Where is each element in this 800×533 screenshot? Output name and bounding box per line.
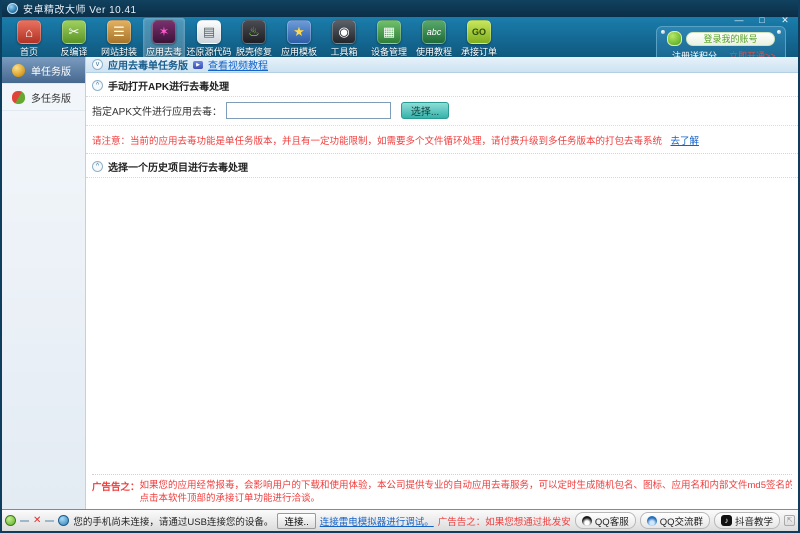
sidebar-item-single-task[interactable]: 单任务版 [2, 57, 85, 84]
computer-status-icon [58, 515, 69, 526]
manual-section-header: ^ 手动打开APK进行去毒处理 [86, 73, 798, 97]
status-bar: ✕ 您的手机尚未连接，请通过USB连接您的设备。 连接.. 连接雷电模拟器进行调… [2, 509, 798, 531]
screw-dot-icon [777, 30, 781, 34]
connection-line [20, 520, 29, 522]
device-status-icon [5, 515, 16, 526]
window-controls: — □ ✕ [732, 15, 792, 26]
window-title: 安卓精改大师 Ver 10.41 [23, 1, 137, 16]
link-grip-icon[interactable]: ⇱ [784, 515, 795, 526]
statusbar-ad-text: 广告告之：如果您想通过批发安卓精改大师的永久会员账号赚钱，请点击顶部的“承接订单… [438, 514, 571, 528]
notice-text: 请注意：当前的应用去毒功能是单任务版本，并且有一定功能限制，如需要多个文件循环处… [92, 136, 662, 147]
apk-field-label: 指定APK文件进行应用去毒： [92, 103, 222, 118]
tool-tutorial[interactable]: abc 使用教程 [413, 18, 455, 59]
learn-more-link[interactable]: 去了解 [670, 136, 699, 147]
sidebar-item-label: 单任务版 [31, 63, 71, 78]
tool-website-package[interactable]: ☰ 网站封装 [98, 18, 140, 59]
decompile-icon: ✂ [62, 20, 86, 44]
tool-orders[interactable]: GO 承接订单 [458, 18, 500, 59]
notice-row: 请注意：当前的应用去毒功能是单任务版本，并且有一定功能限制，如需要多个文件循环处… [86, 126, 798, 154]
qq-group-button[interactable]: QQ交流群 [640, 512, 710, 529]
app-template-icon: ★ [287, 20, 311, 44]
ad-line-2: 点击本软件顶部的承接订单功能进行洽谈。 [140, 492, 792, 505]
tool-app-detox[interactable]: ✶ 应用去毒 [143, 18, 185, 59]
panel-header: v 应用去毒单任务版 ▶ 查看视频教程 [86, 57, 798, 73]
emulator-debug-link[interactable]: 连接雷电模拟器进行调试。 [320, 514, 434, 528]
ad-line-1: 如果您的应用经常报毒，会影响用户的下载和使用体验，本公司提供专业的自动应用去毒服… [140, 479, 792, 492]
tutorial-icon: abc [422, 20, 446, 44]
apk-file-input[interactable] [226, 102, 391, 119]
main-panel: v 应用去毒单任务版 ▶ 查看视频教程 ^ 手动打开APK进行去毒处理 指定AP… [86, 57, 798, 509]
history-section-header: ^ 选择一个历史项目进行去毒处理 [86, 154, 798, 178]
video-tutorial-link[interactable]: 查看视频教程 [208, 57, 268, 72]
multi-task-icon [12, 91, 25, 104]
apk-file-row: 指定APK文件进行应用去毒： 选择... [86, 97, 798, 126]
tool-unpack-repair[interactable]: ♨ 脱壳修复 [233, 18, 275, 59]
connection-status-text: 您的手机尚未连接，请通过USB连接您的设备。 [73, 514, 273, 528]
toolbox-icon: ◉ [332, 20, 356, 44]
close-button[interactable]: ✕ [778, 15, 792, 26]
chevron-up-icon[interactable]: ^ [92, 80, 103, 91]
qq-group-icon [647, 516, 657, 526]
qq-penguin-icon [582, 516, 592, 526]
device-manager-icon: ▦ [377, 20, 401, 44]
section-title: 选择一个历史项目进行去毒处理 [108, 159, 248, 174]
douyin-button[interactable]: ♪ 抖音教学 [714, 512, 780, 529]
panel-title: 应用去毒单任务版 [108, 57, 188, 72]
minimize-button[interactable]: — [732, 15, 746, 26]
android-mascot-icon [667, 31, 682, 46]
orders-icon: GO [467, 20, 491, 44]
title-bar: 安卓精改大师 Ver 10.41 [2, 0, 798, 17]
video-icon: ▶ [193, 61, 203, 69]
website-package-icon: ☰ [107, 20, 131, 44]
app-detox-icon: ✶ [152, 20, 176, 44]
tool-decompile[interactable]: ✂ 反编译 [53, 18, 95, 59]
maximize-button[interactable]: □ [755, 15, 769, 26]
select-apk-button[interactable]: 选择... [401, 102, 449, 119]
disconnected-x-icon: ✕ [33, 515, 41, 526]
sidebar-item-label: 多任务版 [31, 90, 71, 105]
connection-line [45, 520, 54, 522]
screw-dot-icon [661, 30, 665, 34]
tool-device-manager[interactable]: ▦ 设备管理 [368, 18, 410, 59]
tool-toolbox[interactable]: ◉ 工具箱 [323, 18, 365, 59]
chevron-up-icon[interactable]: ^ [92, 161, 103, 172]
tool-restore-source[interactable]: ▤ 还原源代码 [188, 18, 230, 59]
tool-app-template[interactable]: ★ 应用模板 [278, 18, 320, 59]
app-logo-icon [7, 3, 18, 14]
tool-label: 反编译 [60, 45, 87, 58]
chevron-down-icon[interactable]: v [92, 59, 103, 70]
section-title: 手动打开APK进行去毒处理 [108, 78, 229, 93]
douyin-label: 抖音教学 [735, 514, 773, 528]
tool-home[interactable]: ⌂ 首页 [8, 18, 50, 59]
connect-button[interactable]: 连接.. [277, 513, 315, 529]
qq-group-label: QQ交流群 [660, 514, 703, 528]
douyin-icon: ♪ [721, 515, 732, 526]
ad-block: 广告告之： 如果您的应用经常报毒，会影响用户的下载和使用体验，本公司提供专业的自… [92, 474, 792, 505]
sidebar: 单任务版 多任务版 [2, 57, 86, 509]
qq-service-label: QQ客服 [595, 514, 629, 528]
main-toolbar: ⌂ 首页 ✂ 反编译 ☰ 网站封装 ✶ 应用去毒 ▤ 还原源代码 [2, 17, 798, 57]
restore-source-icon: ▤ [197, 20, 221, 44]
home-icon: ⌂ [17, 20, 41, 44]
tool-label: 首页 [20, 45, 38, 58]
sidebar-item-multi-task[interactable]: 多任务版 [2, 84, 85, 111]
single-task-icon [12, 64, 25, 77]
login-button[interactable]: 登录我的账号 [686, 32, 775, 46]
app-window: 安卓精改大师 Ver 10.41 ⌂ 首页 ✂ 反编译 ☰ 网站封装 ✶ [0, 0, 800, 533]
ad-label: 广告告之： [92, 479, 140, 505]
unpack-repair-icon: ♨ [242, 20, 266, 44]
qq-service-button[interactable]: QQ客服 [575, 512, 636, 529]
